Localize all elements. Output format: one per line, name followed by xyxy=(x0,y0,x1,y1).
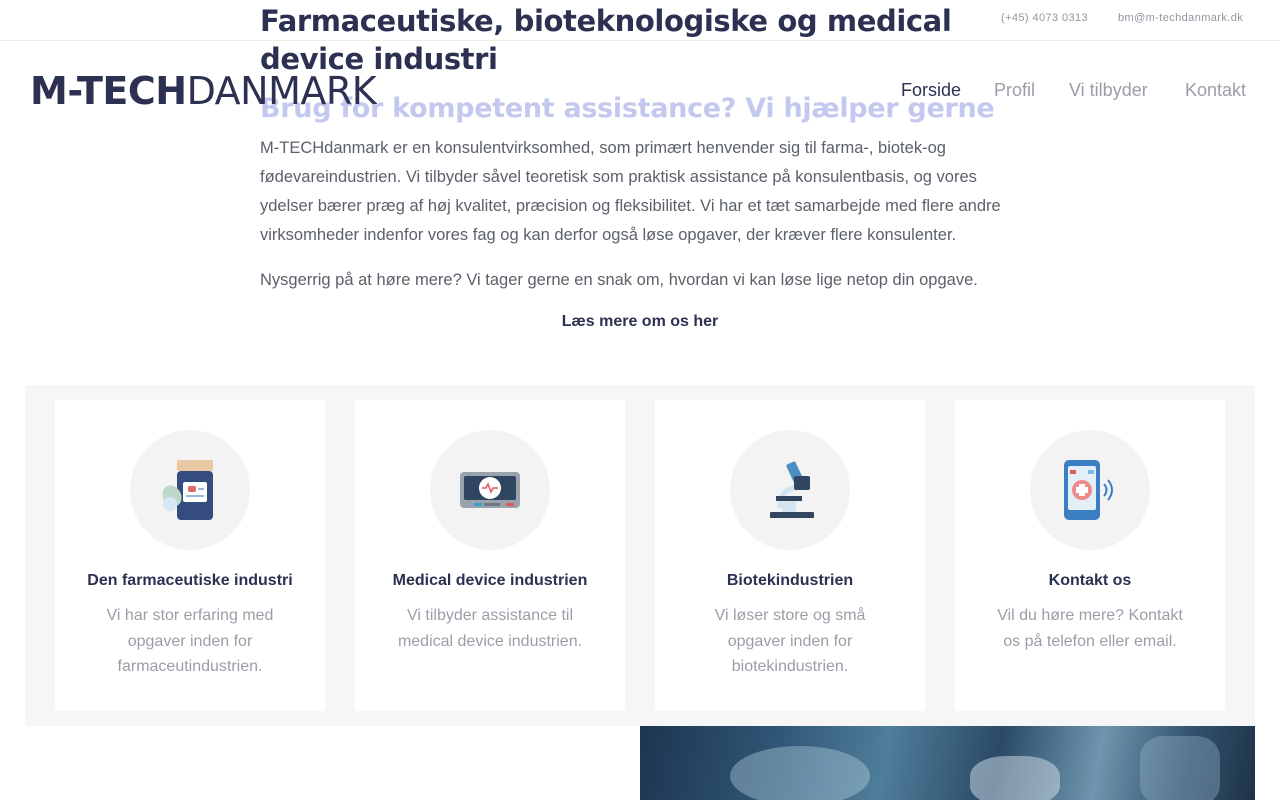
intro-paragraph: M-TECHdanmark er en konsulentvirksomhed,… xyxy=(260,139,1001,244)
read-more-link[interactable]: Læs mere om os her xyxy=(0,313,1280,331)
service-card-biotech[interactable]: Biotekindustrien Vi løser store og små o… xyxy=(655,400,925,711)
intro-paragraph-2: Nysgerrig på at høre mere? Vi tager gern… xyxy=(260,271,978,289)
nav-item-profil[interactable]: Profil xyxy=(994,80,1035,101)
main-nav: Forside Profil Vi tilbyder Kontakt xyxy=(0,80,1280,104)
icon-circle xyxy=(430,430,550,550)
medicine-bottle-icon xyxy=(162,460,213,520)
card-text: Vi tilbyder assistance til medical devic… xyxy=(397,607,583,650)
card-title: Medical device industrien xyxy=(392,572,588,589)
service-card-medical-device[interactable]: Medical device industrien Vi tilbyder as… xyxy=(355,400,625,711)
card-text: Vi løser store og små opgaver inden for … xyxy=(714,607,866,675)
phone-number[interactable]: (+45) 4073 0313 xyxy=(1001,12,1088,24)
card-title: Kontakt os xyxy=(1048,572,1132,589)
card-text: Vi har stor erfaring med opgaver inden f… xyxy=(106,607,274,675)
card-title: Biotekindustrien xyxy=(726,572,854,589)
email-address[interactable]: bm@m-techdanmark.dk xyxy=(1118,12,1243,24)
card-title: Den farmaceutiske industri xyxy=(87,572,293,589)
icon-circle xyxy=(130,430,250,550)
services-section: Den farmaceutiske industri Vi har stor e… xyxy=(25,385,1255,726)
nav-item-forside[interactable]: Forside xyxy=(901,80,961,101)
page-title: Farmaceutiske, bioteknologiske og medica… xyxy=(260,4,952,76)
lab-equipment-photo xyxy=(640,726,1255,800)
service-card-contact[interactable]: Kontakt os Vil du høre mere? Kontakt os … xyxy=(955,400,1225,711)
card-text: Vil du høre mere? Kontakt os på telefon … xyxy=(997,607,1183,650)
service-card-pharma[interactable]: Den farmaceutiske industri Vi har stor e… xyxy=(55,400,325,711)
microscope-icon xyxy=(770,461,814,518)
photo-highlight xyxy=(1140,736,1220,800)
nav-item-vi-tilbyder[interactable]: Vi tilbyder xyxy=(1069,80,1148,101)
photo-highlight xyxy=(970,756,1060,800)
medical-phone-icon xyxy=(1064,460,1113,520)
nav-item-kontakt[interactable]: Kontakt xyxy=(1185,80,1246,101)
icon-circle xyxy=(730,430,850,550)
photo-highlight xyxy=(730,746,870,800)
icon-circle xyxy=(1030,430,1150,550)
medical-monitor-icon xyxy=(460,472,520,508)
